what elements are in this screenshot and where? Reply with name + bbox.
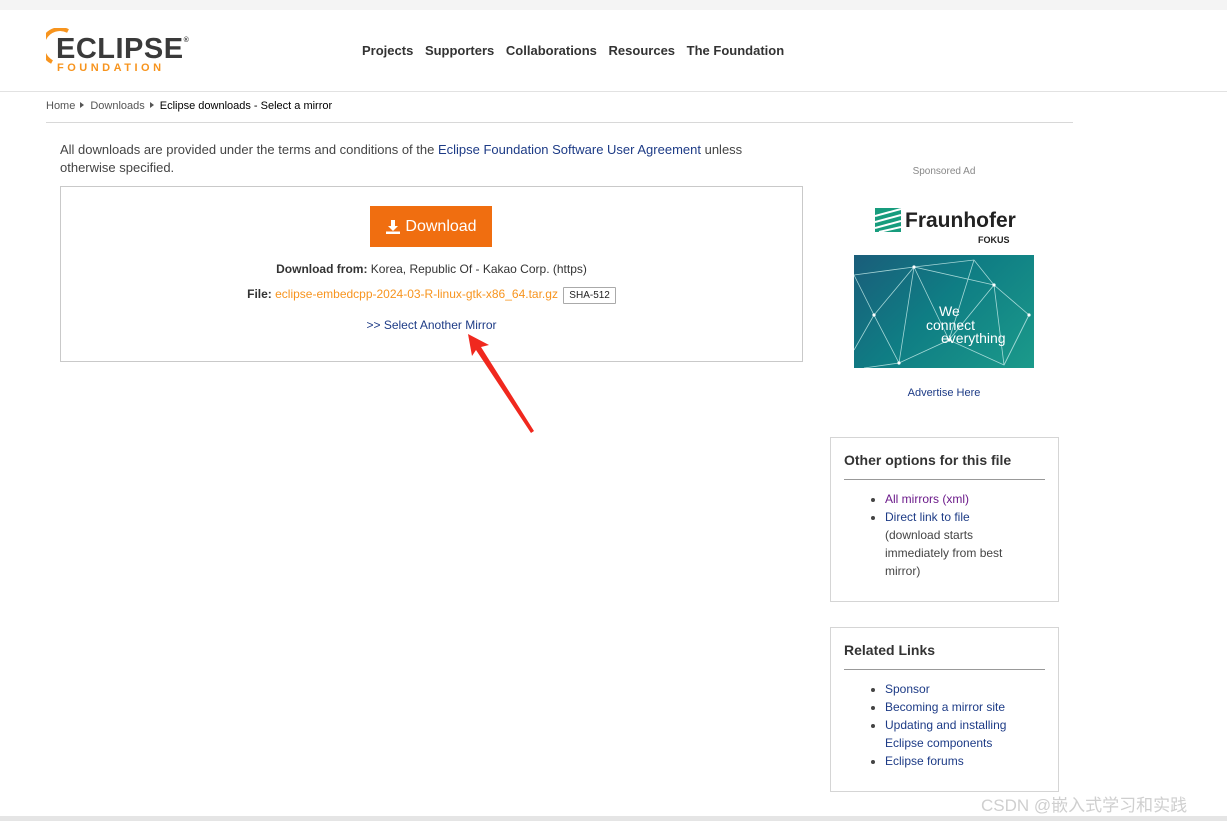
fraunhofer-mark-icon xyxy=(875,208,901,232)
nav-resources[interactable]: Resources xyxy=(609,43,675,58)
fraunhofer-name: Fraunhofer xyxy=(905,209,1016,232)
list-item: All mirrors (xml) xyxy=(885,490,1035,508)
ad-text-line1: We xyxy=(939,303,960,319)
file-link[interactable]: eclipse-embedcpp-2024-03-R-linux-gtk-x86… xyxy=(275,287,558,301)
download-from-label: Download from: xyxy=(276,262,368,276)
nav-projects[interactable]: Projects xyxy=(362,43,413,58)
list-item: Eclipse forums xyxy=(885,752,1035,770)
breadcrumb-divider xyxy=(46,122,1073,123)
nav-the-foundation[interactable]: The Foundation xyxy=(687,43,784,58)
select-mirror: >> Select Another Mirror xyxy=(61,318,802,332)
logo-subtitle: FOUNDATION xyxy=(57,62,165,74)
direct-link[interactable]: Direct link to file xyxy=(885,510,970,524)
bottom-strip xyxy=(0,816,1227,821)
xml-link[interactable]: xml xyxy=(946,492,965,506)
nav-supporters[interactable]: Supporters xyxy=(425,43,494,58)
updating-installing-link[interactable]: Updating and installing Eclipse componen… xyxy=(885,718,1006,750)
mirror-site-link[interactable]: Becoming a mirror site xyxy=(885,700,1005,714)
fraunhofer-logo[interactable]: Fraunhofer FOKUS xyxy=(874,207,1034,247)
site-header: ECLIPSE® FOUNDATION Projects Supporters … xyxy=(0,10,1227,92)
eclipse-forums-link[interactable]: Eclipse forums xyxy=(885,754,964,768)
other-options-title: Other options for this file xyxy=(844,452,1012,468)
breadcrumb-downloads[interactable]: Downloads xyxy=(90,100,144,112)
breadcrumb-home[interactable]: Home xyxy=(46,100,75,112)
related-links-panel: Related Links Sponsor Becoming a mirror … xyxy=(830,627,1059,792)
terms-prefix: All downloads are provided under the ter… xyxy=(60,142,438,157)
download-button[interactable]: Download xyxy=(370,206,492,247)
sponsor-link[interactable]: Sponsor xyxy=(885,682,930,696)
nav-collaborations[interactable]: Collaborations xyxy=(506,43,597,58)
eclipse-logo[interactable]: ECLIPSE® FOUNDATION xyxy=(46,28,189,76)
ad-text-line3: everything xyxy=(941,330,1006,346)
main-nav: Projects Supporters Collaborations Resou… xyxy=(362,43,792,58)
annotation-arrow-icon xyxy=(468,334,534,433)
direct-link-note: (download starts immediately from best m… xyxy=(885,528,1003,578)
list-item: Becoming a mirror site xyxy=(885,698,1035,716)
fraunhofer-sub: FOKUS xyxy=(978,235,1010,245)
breadcrumb-current: Eclipse downloads - Select a mirror xyxy=(159,100,333,112)
user-agreement-link[interactable]: Eclipse Foundation Software User Agreeme… xyxy=(438,142,701,157)
other-options-panel: Other options for this file All mirrors … xyxy=(830,437,1059,602)
download-icon xyxy=(386,219,401,234)
file-line: File: eclipse-embedcpp-2024-03-R-linux-g… xyxy=(61,287,802,304)
list-item: Direct link to file (download starts imme… xyxy=(885,508,1035,580)
advertise-here: Advertise Here xyxy=(854,387,1034,399)
download-box: Download Download from: Korea, Republic … xyxy=(60,186,803,362)
download-from: Download from: Korea, Republic Of - Kaka… xyxy=(61,262,802,276)
breadcrumb-caret-icon xyxy=(80,102,85,108)
select-another-mirror-link[interactable]: >> Select Another Mirror xyxy=(366,318,496,332)
related-links-divider xyxy=(844,669,1045,670)
sponsored-ad-label: Sponsored Ad xyxy=(912,166,976,177)
terms-notice: All downloads are provided under the ter… xyxy=(60,141,800,177)
download-from-value: Korea, Republic Of - Kakao Corp. (https) xyxy=(367,262,587,276)
other-options-list: All mirrors (xml) Direct link to file (do… xyxy=(871,490,1035,580)
download-button-label: Download xyxy=(405,217,477,235)
list-item: Sponsor xyxy=(885,680,1035,698)
advertise-here-link[interactable]: Advertise Here xyxy=(908,387,981,399)
file-label: File: xyxy=(247,287,272,301)
watermark: CSDN @嵌入式学习和实践 xyxy=(981,796,1188,815)
breadcrumb-caret-icon xyxy=(149,102,154,108)
list-item: Updating and installing Eclipse componen… xyxy=(885,716,1035,752)
breadcrumb: Home Downloads Eclipse downloads - Select … xyxy=(46,100,332,112)
related-links-list: Sponsor Becoming a mirror site Updating … xyxy=(871,680,1035,770)
other-options-divider xyxy=(844,479,1045,480)
top-strip xyxy=(0,0,1227,10)
sha512-button[interactable]: SHA-512 xyxy=(563,287,616,304)
related-links-title: Related Links xyxy=(844,642,936,658)
all-mirrors-link[interactable]: All mirrors xyxy=(885,492,939,506)
ad-banner[interactable]: We connect everything xyxy=(854,255,1034,368)
